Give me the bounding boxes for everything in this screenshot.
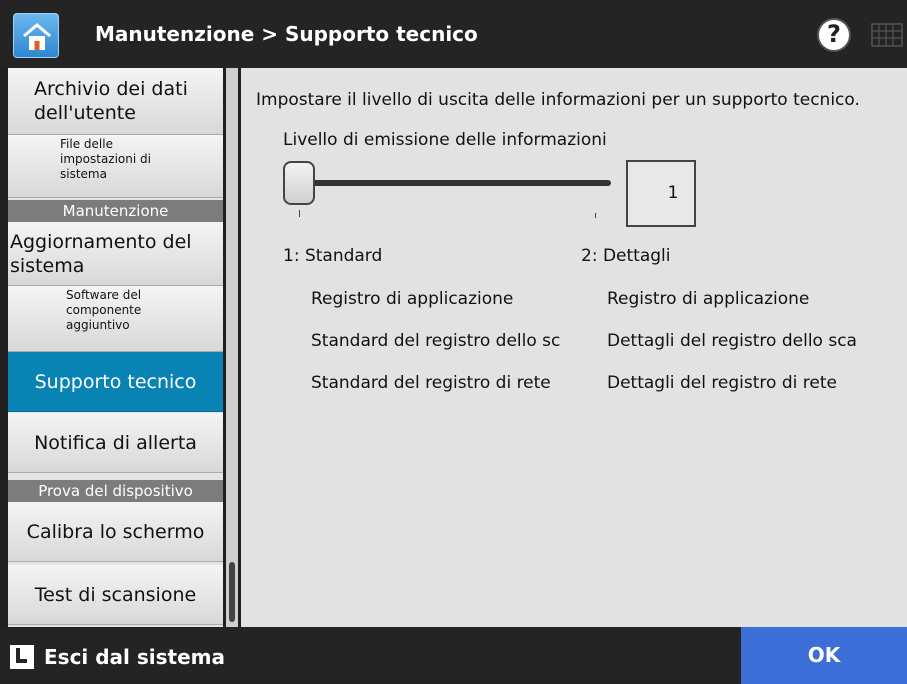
sidebar-item-label: Software del componente aggiuntivo bbox=[66, 288, 142, 332]
sidebar-item-label: Archivio dei dati dell'utente bbox=[34, 78, 188, 124]
sidebar-item-label: File delle impostazioni di sistema bbox=[60, 137, 151, 181]
level1-title: 1: Standard bbox=[283, 246, 383, 266]
sidebar-item-aggiornamento-sistema[interactable]: Aggiornamento del sistema bbox=[8, 222, 223, 286]
keyboard-icon[interactable] bbox=[867, 18, 907, 52]
sidebar-item-label: Notifica di allerta bbox=[34, 431, 197, 454]
app-window: Manutenzione > Supporto tecnico ? Archiv… bbox=[0, 0, 907, 684]
slider-label: Livello di emissione delle informazioni bbox=[283, 130, 607, 150]
home-button[interactable] bbox=[13, 13, 59, 58]
main-panel: Impostare il livello di uscita delle inf… bbox=[241, 68, 907, 627]
sidebar-section-manutenzione: Manutenzione bbox=[8, 200, 223, 222]
logout-label: Esci dal sistema bbox=[44, 645, 225, 669]
level2-item: Registro di applicazione bbox=[607, 289, 810, 309]
sidebar-item-test-scansione[interactable]: Test di scansione bbox=[8, 565, 223, 625]
ok-button[interactable]: OK bbox=[741, 627, 907, 684]
level1-item: Standard del registro dello sc bbox=[311, 331, 561, 351]
sidebar-section-prova-dispositivo: Prova del dispositivo bbox=[8, 480, 223, 502]
sidebar-item-label: Test di scansione bbox=[34, 583, 197, 606]
sidebar: Archivio dei dati dell'utente File delle… bbox=[8, 68, 223, 627]
level1-item: Standard del registro di rete bbox=[311, 373, 551, 393]
help-icon: ? bbox=[827, 20, 841, 48]
page-title: Manutenzione > Supporto tecnico bbox=[95, 22, 478, 46]
logout-icon bbox=[10, 645, 34, 669]
sidebar-item-software-componente[interactable]: Software del componente aggiuntivo bbox=[8, 286, 223, 352]
level-slider-thumb[interactable] bbox=[283, 161, 315, 205]
help-button[interactable]: ? bbox=[817, 18, 851, 52]
slider-value-box: 1 bbox=[626, 160, 696, 227]
footer-bar: Esci dal sistema OK bbox=[0, 627, 907, 684]
slider-tick-2 bbox=[595, 213, 596, 218]
home-icon bbox=[23, 23, 51, 50]
level-slider-track[interactable] bbox=[291, 180, 611, 186]
sidebar-scroll-thumb[interactable] bbox=[229, 562, 235, 622]
sidebar-item-archivio-dati-utente[interactable]: Archivio dei dati dell'utente bbox=[8, 68, 223, 135]
level1-item: Registro di applicazione bbox=[311, 289, 514, 309]
sidebar-item-supporto-tecnico[interactable]: Supporto tecnico bbox=[8, 352, 223, 412]
level2-item: Dettagli del registro di rete bbox=[607, 373, 837, 393]
sidebar-item-notifica-allerta[interactable]: Notifica di allerta bbox=[8, 413, 223, 473]
slider-tick-1 bbox=[299, 210, 300, 217]
logout-button[interactable]: Esci dal sistema bbox=[10, 643, 225, 671]
sidebar-item-label: Calibra lo schermo bbox=[26, 520, 205, 543]
level2-item: Dettagli del registro dello sca bbox=[607, 331, 857, 351]
sidebar-item-file-impostazioni[interactable]: File delle impostazioni di sistema bbox=[8, 135, 223, 198]
sidebar-item-calibra-schermo[interactable]: Calibra lo schermo bbox=[8, 502, 223, 562]
description-text: Impostare il livello di uscita delle inf… bbox=[256, 90, 860, 110]
sidebar-item-label: Aggiornamento del sistema bbox=[10, 230, 192, 277]
header-bar: Manutenzione > Supporto tecnico ? bbox=[0, 0, 907, 68]
level2-title: 2: Dettagli bbox=[581, 246, 671, 266]
sidebar-scrollbar[interactable] bbox=[226, 68, 238, 627]
sidebar-item-label: Supporto tecnico bbox=[34, 370, 197, 393]
